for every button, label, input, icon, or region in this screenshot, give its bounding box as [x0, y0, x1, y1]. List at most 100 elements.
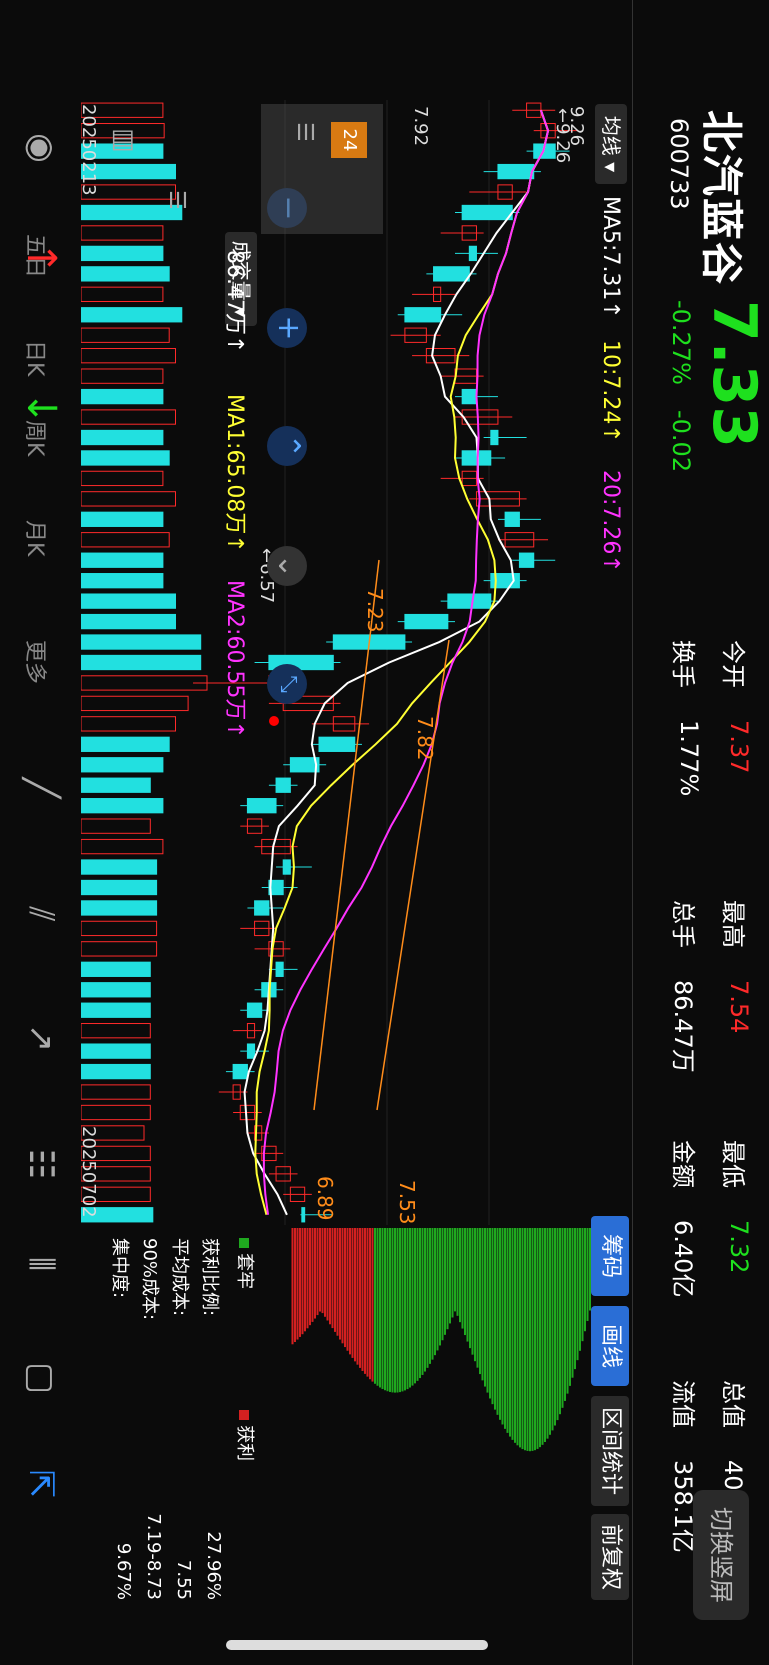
stock-name: 北汽蓝谷 — [697, 110, 746, 287]
volume-bar — [81, 573, 164, 589]
switch-portrait-button[interactable]: 切换竖屏 — [693, 1490, 749, 1620]
chip-bar — [571, 1228, 574, 1378]
list-icon[interactable]: ☰ — [164, 190, 189, 210]
volume-bar — [81, 757, 164, 773]
ma-selector[interactable]: 均线 ▾ — [595, 104, 627, 184]
volume-bar — [81, 736, 170, 752]
side-tab-0[interactable]: 筹码 — [591, 1216, 629, 1296]
candle-body — [461, 388, 477, 405]
chip-bar — [436, 1228, 439, 1351]
chip-row-label: 获利比例: — [199, 1238, 220, 1317]
chip-bar — [459, 1228, 461, 1323]
toolbar-more[interactable]: 更多 — [21, 640, 53, 684]
volume-bar — [81, 225, 164, 241]
chip-bar — [516, 1228, 519, 1446]
chip-bar — [464, 1228, 466, 1336]
volume-bar — [81, 409, 176, 425]
zoom-in-button[interactable]: + — [267, 308, 307, 348]
side-tab-1[interactable]: 画线 — [591, 1306, 629, 1386]
volume-bar — [81, 450, 170, 466]
alert-dot — [269, 716, 279, 726]
candle-body — [275, 961, 284, 977]
trap-swatch — [239, 1238, 249, 1248]
volume-bar — [81, 1023, 151, 1039]
chip-bar — [514, 1228, 516, 1443]
candle-body — [468, 245, 477, 262]
chip-bar — [586, 1228, 589, 1321]
legend-trap-label: 套牢 — [234, 1253, 255, 1290]
chip-bar — [426, 1228, 429, 1368]
candle-body — [318, 736, 356, 752]
chip-bar — [454, 1228, 456, 1312]
chip-row-label: 90%成本: — [139, 1238, 160, 1321]
chip-bar — [511, 1228, 514, 1440]
expand-icon[interactable]: ⇱ — [13, 1456, 69, 1512]
chip-bar — [399, 1228, 401, 1393]
volume-bar — [81, 245, 164, 262]
vol-ma1-label: MA1:65.08万↑ — [222, 394, 247, 553]
chip-bar — [329, 1228, 331, 1325]
fibonacci-icon[interactable]: ☷ — [13, 1136, 69, 1192]
toolbar-week-k[interactable]: 周K — [21, 420, 53, 456]
channel-label-a: 7.23 — [363, 588, 387, 633]
chip-bar — [574, 1228, 576, 1370]
candle-body — [246, 1043, 256, 1059]
chip-bar — [434, 1228, 436, 1356]
bars-tool-icon[interactable]: ⦀ — [13, 1236, 69, 1292]
chip-bar — [539, 1228, 541, 1448]
volume-bar — [81, 388, 164, 405]
chip-bar — [544, 1228, 546, 1443]
volume-bar — [81, 941, 158, 957]
chip-bar — [551, 1228, 554, 1431]
side-tab-3[interactable]: 前复权 — [591, 1514, 629, 1600]
chevron-up-icon[interactable]: ⌃ — [267, 426, 307, 466]
landscape-stage: 北汽蓝谷 600733 7.33 -0.27% -0.02 今开 7.37 最高 7.… — [0, 0, 769, 1665]
chip-bar — [584, 1228, 586, 1332]
volume-bar — [81, 859, 158, 875]
candle-body — [232, 1063, 248, 1080]
chip-bar — [499, 1228, 501, 1420]
change-pct: -0.27% — [667, 300, 695, 385]
book-icon[interactable]: ▥ — [109, 128, 139, 153]
line-tool-icon[interactable]: ╱ — [13, 760, 69, 816]
chip-bar — [386, 1228, 389, 1392]
menu-icon[interactable]: ☰ — [292, 122, 317, 142]
toolbar-day-k[interactable]: 日K — [21, 340, 53, 376]
chip-bar — [444, 1228, 446, 1335]
side-tab-2[interactable]: 区间统计 — [591, 1396, 629, 1506]
overlay-box[interactable]: 24 — [331, 122, 367, 158]
channel-label-b: 7.82 — [413, 716, 437, 761]
stock-code: 600733 — [665, 118, 693, 210]
chip-bar — [326, 1228, 329, 1321]
chip-bar — [371, 1228, 374, 1382]
chevron-down-button[interactable]: ⌄ — [267, 546, 307, 586]
legend-trap: 套牢 — [233, 1238, 259, 1289]
date-end: 20250702 — [78, 1126, 99, 1218]
volume-bar — [81, 348, 176, 364]
volume-bar — [81, 777, 151, 793]
candle-body — [246, 1002, 263, 1018]
stat-value: 7.37 — [725, 720, 753, 774]
chip-bar — [411, 1228, 414, 1386]
arrow-up-icon[interactable]: ↑ — [13, 230, 69, 286]
candle-body — [504, 511, 520, 527]
eye-icon[interactable]: ◉ — [13, 120, 69, 176]
rectangle-tool-icon[interactable]: ▢ — [13, 1350, 69, 1406]
toolbar-month-k[interactable]: 月K — [21, 520, 53, 556]
volume-bar — [81, 961, 151, 977]
chip-bar — [541, 1228, 544, 1445]
chip-bar — [379, 1228, 381, 1388]
chip-bar — [319, 1228, 321, 1312]
collapse-icon[interactable]: ⤡ — [267, 664, 307, 704]
chip-bar — [446, 1228, 449, 1330]
ray-tool-icon[interactable]: ↗ — [13, 1010, 69, 1066]
chip-bar — [509, 1228, 511, 1437]
parallel-line-icon[interactable]: ⫽ — [13, 886, 69, 942]
chip-bar — [299, 1228, 301, 1337]
chip-bar — [331, 1228, 334, 1329]
chip-bar — [529, 1228, 531, 1452]
volume-bar — [81, 593, 176, 609]
chip-bar — [471, 1228, 474, 1355]
ma10-label: 10:7.24↑ — [598, 340, 623, 443]
stat-label: 今开 — [719, 640, 747, 688]
